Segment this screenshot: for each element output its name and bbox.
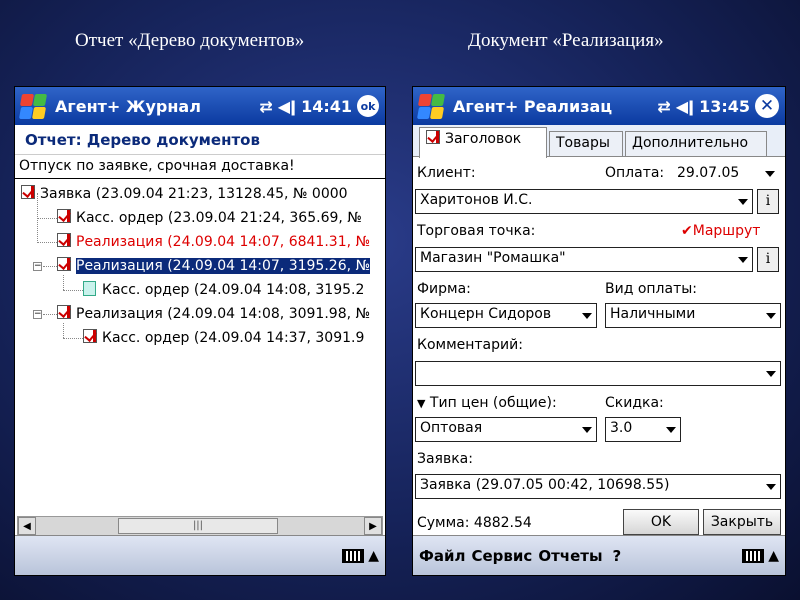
tree-row[interactable]: Реализация (24.09.04 14:07, 6841.31, № <box>57 231 370 253</box>
document-tree[interactable]: − − Заявка (23.09.04 21:23, 13128.45, № … <box>15 179 385 516</box>
clock[interactable]: 13:45 <box>699 97 750 116</box>
close-icon[interactable]: ✕ <box>755 94 779 118</box>
order-label: Заявка: <box>417 451 473 467</box>
tree-row[interactable]: Касс. ордер (23.09.04 21:24, 365.69, № <box>57 207 362 229</box>
client-info-icon[interactable]: i <box>757 189 779 214</box>
tree-row[interactable]: Реализация (24.09.04 14:08, 3091.98, № <box>57 303 370 325</box>
close-button[interactable]: Закрыть <box>703 509 781 535</box>
sip-arrow-icon[interactable]: ▲ <box>368 548 379 564</box>
tab-header[interactable]: Заголовок <box>419 127 547 158</box>
firm-select[interactable]: Концерн Сидоров <box>415 303 597 328</box>
firm-label: Фирма: <box>417 281 471 297</box>
outlet-select[interactable]: Магазин "Ромашка" <box>415 247 753 272</box>
volume-icon[interactable]: ◀ǀ <box>676 97 694 116</box>
menu-reports[interactable]: Отчеты <box>538 547 602 565</box>
ok-button[interactable]: ok <box>357 95 379 117</box>
outlet-label: Торговая точка: <box>417 223 536 239</box>
order-select[interactable]: Заявка (29.07.05 00:42, 10698.55) <box>415 474 781 499</box>
menu-bar: Файл Сервис Отчеты ? ▲ <box>413 535 785 575</box>
collapse-icon[interactable]: − <box>33 262 42 271</box>
caption-right: Документ «Реализация» <box>468 30 664 51</box>
device-journal: Агент+ Журнал ⇄ ◀ǀ 14:41 ok Отчет: Дерев… <box>14 86 386 576</box>
checked-doc-icon <box>57 257 71 271</box>
collapse-icon[interactable]: − <box>33 310 42 319</box>
pay-type-select[interactable]: Наличными <box>605 303 781 328</box>
comment-select[interactable] <box>415 361 781 386</box>
checked-doc-icon <box>57 305 71 319</box>
sip-arrow-icon[interactable]: ▲ <box>768 548 779 564</box>
menu-service[interactable]: Сервис <box>472 547 533 565</box>
client-select[interactable]: Харитонов И.С. <box>415 189 753 214</box>
tree-row[interactable]: Заявка (23.09.04 21:23, 13128.45, № 0000 <box>21 183 348 205</box>
device-sale: Агент+ Реализац ⇄ ◀ǀ 13:45 ✕ Заголовок Т… <box>412 86 786 576</box>
title-bar: Агент+ Реализац ⇄ ◀ǀ 13:45 ✕ <box>413 87 785 125</box>
title-bar: Агент+ Журнал ⇄ ◀ǀ 14:41 ok <box>15 87 385 125</box>
dropdown-arrow-icon: ▼ <box>417 397 426 410</box>
windows-logo-icon[interactable] <box>18 92 49 120</box>
menu-help[interactable]: ? <box>613 547 622 565</box>
scroll-right-icon[interactable]: ▶ <box>364 517 382 535</box>
outlet-info-icon[interactable]: i <box>757 247 779 272</box>
discount-select[interactable]: 3.0 <box>605 417 681 442</box>
tab-goods[interactable]: Товары <box>549 131 623 157</box>
app-title: Агент+ Журнал <box>55 96 201 116</box>
checked-doc-icon <box>426 130 440 144</box>
keyboard-icon[interactable] <box>742 548 765 563</box>
payment-label: Оплата: <box>605 165 665 181</box>
connectivity-icon[interactable]: ⇄ <box>657 97 670 116</box>
ok-button[interactable]: OK <box>623 509 699 535</box>
tree-row[interactable]: Касс. ордер (24.09.04 14:08, 3195.2 <box>83 279 364 301</box>
tree-row-selected[interactable]: Реализация (24.09.04 14:07, 3195.26, № <box>57 255 372 277</box>
keyboard-icon[interactable] <box>342 548 365 563</box>
comment-label: Комментарий: <box>417 337 523 353</box>
checked-doc-icon <box>21 185 35 199</box>
payment-date[interactable]: 29.07.05 <box>677 165 779 181</box>
connectivity-icon[interactable]: ⇄ <box>259 97 272 116</box>
discount-label: Скидка: <box>605 395 664 411</box>
doc-icon <box>83 280 96 296</box>
tree-row[interactable]: Касс. ордер (24.09.04 14:37, 3091.9 <box>83 327 364 349</box>
clock[interactable]: 14:41 <box>301 97 352 116</box>
checked-doc-icon <box>57 233 71 247</box>
volume-icon[interactable]: ◀ǀ <box>278 97 296 116</box>
price-type-select[interactable]: Оптовая <box>415 417 597 442</box>
route-link[interactable]: ✔Маршрут <box>681 223 760 239</box>
checkmark-icon: ✔ <box>681 223 693 239</box>
tab-additional[interactable]: Дополнительно <box>625 131 767 157</box>
report-header: Отчет: Дерево документов <box>15 125 385 155</box>
filter-text[interactable]: Отпуск по заявке, срочная доставка! <box>15 155 385 179</box>
tab-bar: Заголовок Товары Дополнительно <box>413 125 785 158</box>
scroll-left-icon[interactable]: ◀ <box>18 517 36 535</box>
sum-text: Сумма: 4882.54 <box>417 515 532 531</box>
app-title: Агент+ Реализац <box>453 96 613 116</box>
pay-type-label: Вид оплаты: <box>605 281 698 297</box>
horizontal-scrollbar[interactable]: ◀ ||| ▶ <box>17 516 383 536</box>
checked-doc-icon <box>83 329 97 343</box>
menu-bar: ▲ <box>15 535 385 575</box>
caption-left: Отчет «Дерево документов» <box>75 30 305 51</box>
checked-doc-icon <box>57 209 71 223</box>
windows-logo-icon[interactable] <box>416 92 447 120</box>
scrollbar-thumb[interactable]: ||| <box>118 518 278 534</box>
client-label: Клиент: <box>417 165 476 181</box>
menu-file[interactable]: Файл <box>419 547 466 565</box>
price-type-label[interactable]: ▼ Тип цен (общие): <box>417 395 557 411</box>
